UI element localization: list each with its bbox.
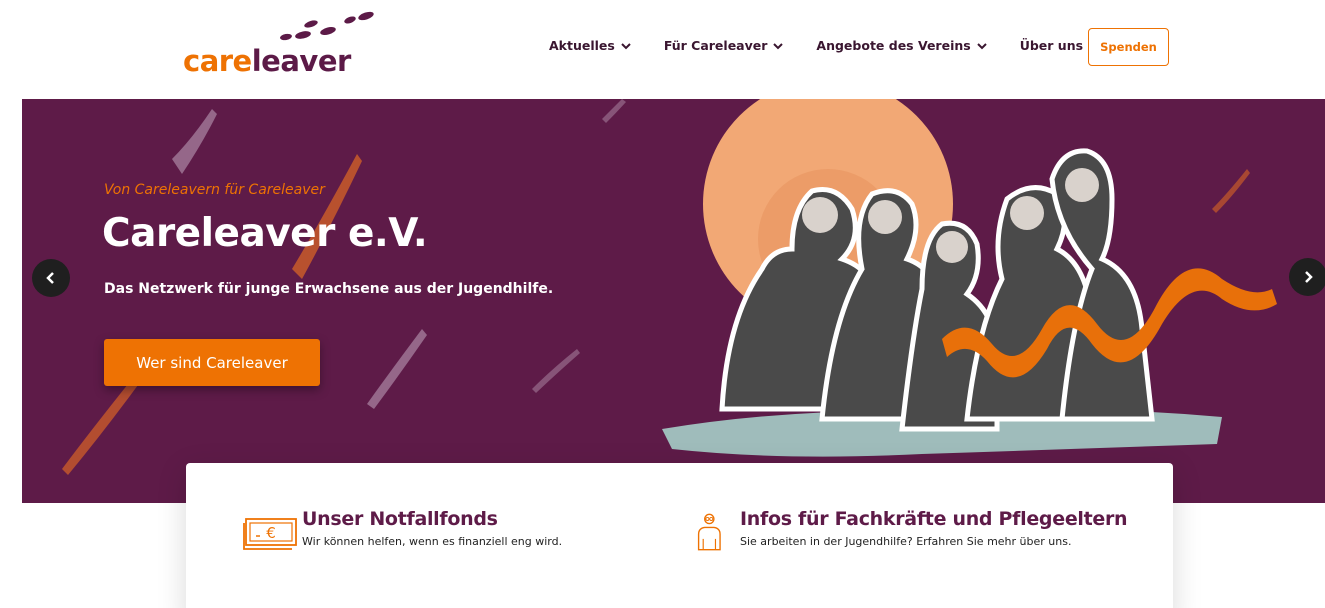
feature-fachkraefte[interactable]: Infos für Fachkräfte und Pflegeeltern Si… [694, 507, 1128, 557]
nav-label: Aktuelles [549, 38, 615, 53]
nav-label: Über uns [1019, 38, 1084, 53]
feature-fachkraefte-body: Infos für Fachkräfte und Pflegeeltern Si… [740, 507, 1128, 557]
logo-part-care: care [183, 44, 252, 78]
feature-notfallfonds-body: Unser Notfallfonds Wir können helfen, we… [302, 507, 562, 557]
main-nav: Aktuelles Für Careleaver Angebote des Ve… [549, 38, 1132, 53]
money-euro-icon: € [243, 518, 297, 550]
feature-card: € Unser Notfallfonds Wir können helfen, … [186, 463, 1173, 608]
hero-title: Careleaver e.V. [102, 211, 428, 256]
feature-title: Infos für Fachkräfte und Pflegeeltern [740, 508, 1128, 530]
who-are-careleaver-button[interactable]: Wer sind Careleaver [104, 339, 320, 386]
chevron-down-icon [773, 42, 784, 49]
nav-angebote[interactable]: Angebote des Vereins [816, 38, 987, 53]
chevron-down-icon [976, 42, 987, 49]
site-header: careleaver Aktuelles Für Careleaver Ange… [0, 0, 1325, 99]
feature-text: Sie arbeiten in der Jugendhilfe? Erfahre… [740, 535, 1072, 548]
logo-part-leaver: leaver [251, 44, 352, 78]
logo-wordmark: careleaver [183, 44, 351, 78]
chevron-left-icon [46, 272, 54, 284]
nav-label: Für Careleaver [663, 38, 768, 53]
nav-aktuelles[interactable]: Aktuelles [549, 38, 631, 53]
hero-decoration [62, 99, 1277, 475]
svg-text:€: € [266, 524, 276, 542]
slider-next-button[interactable] [1289, 258, 1325, 296]
nav-fuer-careleaver[interactable]: Für Careleaver [664, 38, 784, 53]
feature-text: Wir können helfen, wenn es finanziell en… [302, 535, 563, 548]
slider-prev-button[interactable] [32, 259, 70, 297]
careleaver-logo[interactable]: careleaver [183, 10, 383, 82]
feature-title: Unser Notfallfonds [302, 508, 498, 530]
hero-slider: Von Careleavern für Careleaver Careleave… [22, 99, 1325, 503]
hero-subtitle: Von Careleavern für Careleaver [104, 182, 325, 198]
chevron-down-icon [621, 42, 631, 49]
feature-notfallfonds[interactable]: € Unser Notfallfonds Wir können helfen, … [242, 507, 562, 557]
chevron-right-icon [1305, 271, 1313, 283]
nav-label: Angebote des Vereins [816, 38, 971, 53]
person-professional-icon [697, 513, 721, 551]
hero-text: Das Netzwerk für junge Erwachsene aus de… [104, 281, 554, 297]
donate-button[interactable]: Spenden [1088, 28, 1169, 66]
